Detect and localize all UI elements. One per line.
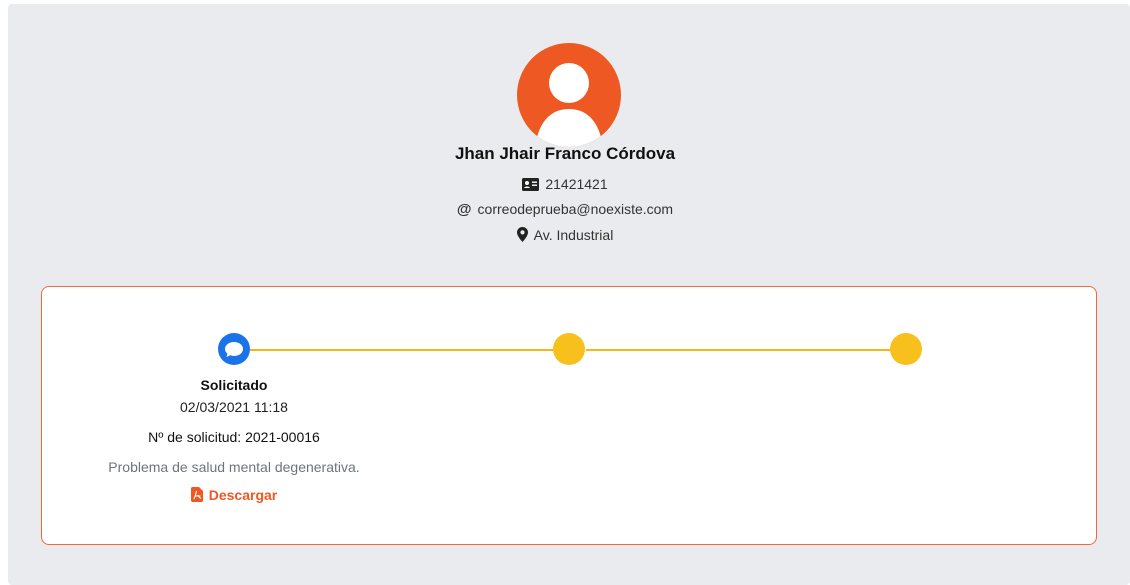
id-card-icon bbox=[522, 178, 540, 194]
email: correodeprueba@noexiste.com bbox=[477, 201, 674, 217]
file-pdf-icon bbox=[190, 487, 203, 505]
timeline-connector-1 bbox=[250, 349, 564, 351]
download-label[interactable]: Descargar bbox=[209, 487, 278, 503]
step-title: Solicitado bbox=[200, 377, 268, 393]
avatar bbox=[517, 43, 621, 147]
step-solicitado[interactable] bbox=[218, 333, 250, 365]
download-link[interactable]: Descargar bbox=[42, 487, 426, 505]
address: Av. Industrial bbox=[533, 227, 614, 243]
step-2[interactable] bbox=[553, 333, 585, 365]
step-date: 02/03/2021 11:18 bbox=[180, 399, 288, 415]
document-id-line: 21421421 bbox=[0, 176, 1130, 194]
step-3[interactable] bbox=[890, 333, 922, 365]
email-line: @ correodeprueba@noexiste.com bbox=[0, 201, 1130, 218]
request-description: Problema de salud mental degenerativa. bbox=[108, 459, 360, 475]
address-line: Av. Industrial bbox=[0, 227, 1130, 245]
chat-icon bbox=[225, 342, 243, 357]
request-timeline-card: Solicitado 02/03/2021 11:18 Nº de solici… bbox=[41, 286, 1097, 545]
timeline-connector-2 bbox=[586, 349, 898, 351]
map-pin-icon bbox=[516, 227, 528, 245]
user-icon bbox=[535, 63, 603, 147]
at-icon: @ bbox=[456, 201, 472, 218]
request-number: Nº de solicitud: 2021-00016 bbox=[148, 429, 320, 445]
document-id: 21421421 bbox=[545, 176, 608, 192]
profile-name: Jhan Jhair Franco Córdova bbox=[454, 144, 676, 163]
